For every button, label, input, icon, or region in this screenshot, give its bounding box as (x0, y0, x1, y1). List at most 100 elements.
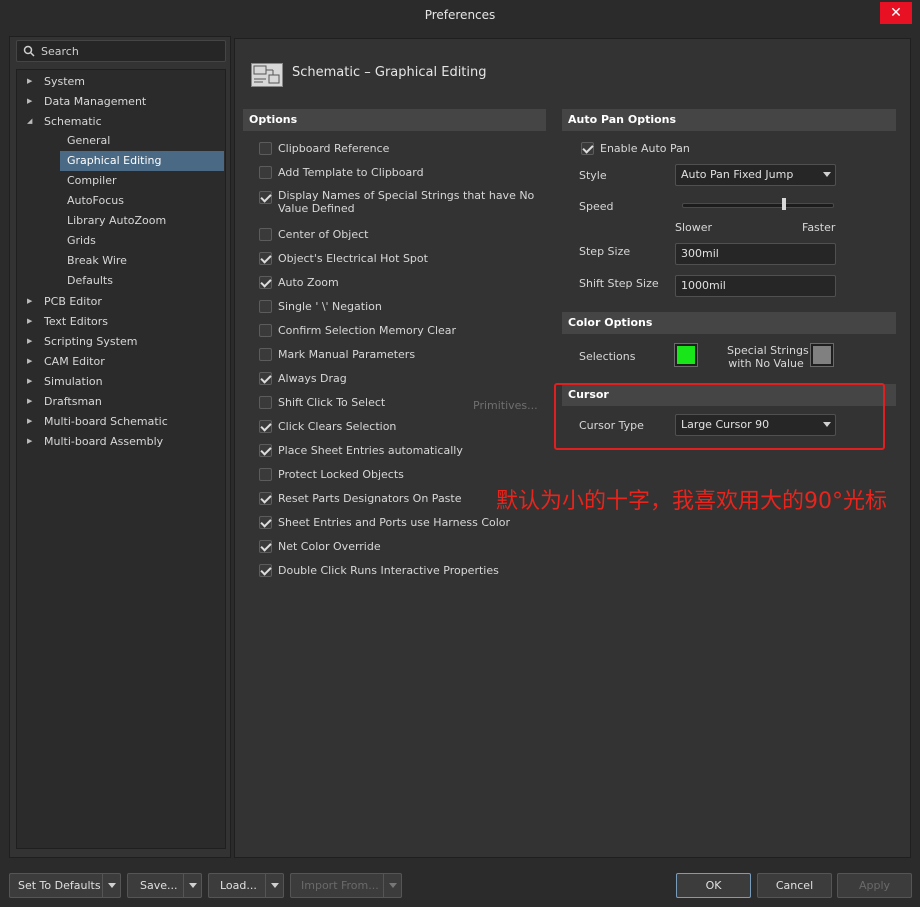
option-checkbox[interactable]: Net Color Override (259, 538, 549, 556)
tree-item-defaults[interactable]: Defaults (60, 271, 224, 291)
color-options-section-header: Color Options (562, 312, 896, 334)
checkbox-box[interactable] (259, 540, 272, 553)
checkbox-box[interactable] (259, 348, 272, 361)
checkbox-box[interactable] (259, 564, 272, 577)
tree-item-grids[interactable]: Grids (60, 231, 224, 251)
option-checkbox[interactable]: Mark Manual Parameters (259, 346, 549, 364)
tree-item-label: CAM Editor (44, 355, 105, 368)
checkbox-box[interactable] (259, 420, 272, 433)
tree-item-general[interactable]: General (60, 131, 224, 151)
option-checkbox[interactable]: Auto Zoom (259, 274, 549, 292)
checkbox-label: Sheet Entries and Ports use Harness Colo… (278, 516, 511, 529)
option-checkbox[interactable]: Center of Object (259, 226, 549, 244)
checkbox-label: Display Names of Special Strings that ha… (278, 189, 535, 215)
search-input[interactable] (41, 44, 221, 59)
checkbox-box[interactable] (259, 324, 272, 337)
checkbox-box[interactable] (259, 252, 272, 265)
left-panel: ▶ System ▶ Data Management ◢ Schematic G… (9, 36, 231, 858)
annotation-text: 默认为小的十字，我喜欢用大的90°光标 (496, 489, 887, 514)
checkbox-box[interactable] (259, 276, 272, 289)
expand-arrow-icon[interactable]: ▶ (27, 292, 37, 311)
option-checkbox[interactable]: Always Drag (259, 370, 549, 388)
close-button[interactable]: ✕ (880, 2, 912, 24)
checkbox-label: Protect Locked Objects (278, 468, 404, 481)
checkbox-box[interactable] (259, 468, 272, 481)
option-checkbox[interactable]: Sheet Entries and Ports use Harness Colo… (259, 514, 549, 532)
tree-item-compiler[interactable]: Compiler (60, 171, 224, 191)
expand-arrow-icon[interactable]: ▶ (27, 352, 37, 371)
checkbox-box[interactable] (259, 142, 272, 155)
checkbox-box[interactable] (259, 444, 272, 457)
checkbox-label: Enable Auto Pan (600, 142, 690, 155)
expand-arrow-icon[interactable]: ▶ (27, 432, 37, 451)
speed-slider-thumb[interactable] (782, 198, 787, 210)
set-to-defaults-button[interactable]: Set To Defaults (9, 873, 121, 898)
save-button[interactable]: Save... (127, 873, 202, 898)
checkbox-label: Click Clears Selection (278, 420, 397, 433)
chevron-down-icon[interactable] (265, 874, 283, 897)
expand-arrow-icon[interactable]: ▶ (27, 72, 37, 91)
expand-arrow-icon[interactable]: ▶ (27, 332, 37, 351)
chevron-down-icon[interactable] (183, 874, 201, 897)
tree-item-label: Multi-board Schematic (44, 415, 168, 428)
option-checkbox[interactable]: Place Sheet Entries automatically (259, 442, 549, 460)
option-checkbox[interactable]: Confirm Selection Memory Clear (259, 322, 549, 340)
expand-arrow-icon[interactable]: ▶ (27, 92, 37, 111)
special-strings-color-swatch[interactable] (810, 343, 834, 367)
tree-item-label: Text Editors (44, 315, 109, 328)
button-label: Load... (220, 879, 257, 892)
auto-pan-section-header: Auto Pan Options (562, 109, 896, 131)
special-strings-label-line-2: with No Value (728, 357, 804, 370)
tree-item-autofocus[interactable]: AutoFocus (60, 191, 224, 211)
button-label: Import From... (301, 879, 379, 892)
expand-arrow-icon[interactable]: ▶ (27, 392, 37, 411)
collapse-arrow-icon[interactable]: ◢ (27, 112, 37, 131)
load-button[interactable]: Load... (208, 873, 284, 898)
option-checkbox[interactable]: Protect Locked Objects (259, 466, 549, 484)
checkbox-box[interactable] (581, 142, 594, 155)
search-icon (23, 45, 35, 57)
checkbox-box[interactable] (259, 191, 272, 204)
apply-button[interactable]: Apply (837, 873, 912, 898)
speed-slider-track[interactable] (682, 203, 834, 208)
expand-arrow-icon[interactable]: ▶ (27, 372, 37, 391)
tree-item-library-autozoom[interactable]: Library AutoZoom (60, 211, 224, 231)
checkbox-box[interactable] (259, 516, 272, 529)
option-checkbox[interactable]: Object's Electrical Hot Spot (259, 250, 549, 268)
checkbox-label: Auto Zoom (278, 276, 339, 289)
checkbox-box[interactable] (259, 396, 272, 409)
shift-step-size-input[interactable]: 1000mil (675, 275, 836, 297)
expand-arrow-icon[interactable]: ▶ (27, 412, 37, 431)
step-size-input[interactable]: 300mil (675, 243, 836, 265)
option-checkbox[interactable]: Single ' \' Negation (259, 298, 549, 316)
checkbox-box[interactable] (259, 228, 272, 241)
enable-auto-pan-checkbox[interactable]: Enable Auto Pan (581, 140, 781, 158)
chevron-down-icon[interactable] (383, 874, 401, 897)
option-checkbox[interactable]: Display Names of Special Strings that ha… (259, 189, 549, 215)
tree-item-label: PCB Editor (44, 295, 102, 308)
checkbox-label: Net Color Override (278, 540, 381, 553)
import-from-button[interactable]: Import From... (290, 873, 402, 898)
auto-pan-style-dropdown[interactable]: Auto Pan Fixed Jump (675, 164, 836, 186)
option-checkbox[interactable]: Add Template to Clipboard (259, 164, 549, 182)
selections-color-swatch[interactable] (674, 343, 698, 367)
cancel-button[interactable]: Cancel (757, 873, 832, 898)
tree-item-graphical-editing[interactable]: Graphical Editing (60, 151, 224, 171)
ok-button[interactable]: OK (676, 873, 751, 898)
option-checkbox[interactable]: Click Clears Selection (259, 418, 549, 436)
primitives-button[interactable]: Primitives... (473, 399, 538, 412)
checkbox-label: Place Sheet Entries automatically (278, 444, 463, 457)
chevron-down-icon[interactable] (102, 874, 120, 897)
tree-item-break-wire[interactable]: Break Wire (60, 251, 224, 271)
option-checkbox[interactable]: Clipboard Reference (259, 140, 549, 158)
checkbox-box[interactable] (259, 492, 272, 505)
options-section-header: Options (243, 109, 546, 131)
checkbox-box[interactable] (259, 166, 272, 179)
expand-arrow-icon[interactable]: ▶ (27, 312, 37, 331)
checkbox-label: Clipboard Reference (278, 142, 390, 155)
checkbox-box[interactable] (259, 300, 272, 313)
speed-label: Speed (579, 200, 614, 213)
search-box[interactable] (16, 40, 226, 62)
checkbox-box[interactable] (259, 372, 272, 385)
option-checkbox[interactable]: Double Click Runs Interactive Properties (259, 562, 549, 580)
